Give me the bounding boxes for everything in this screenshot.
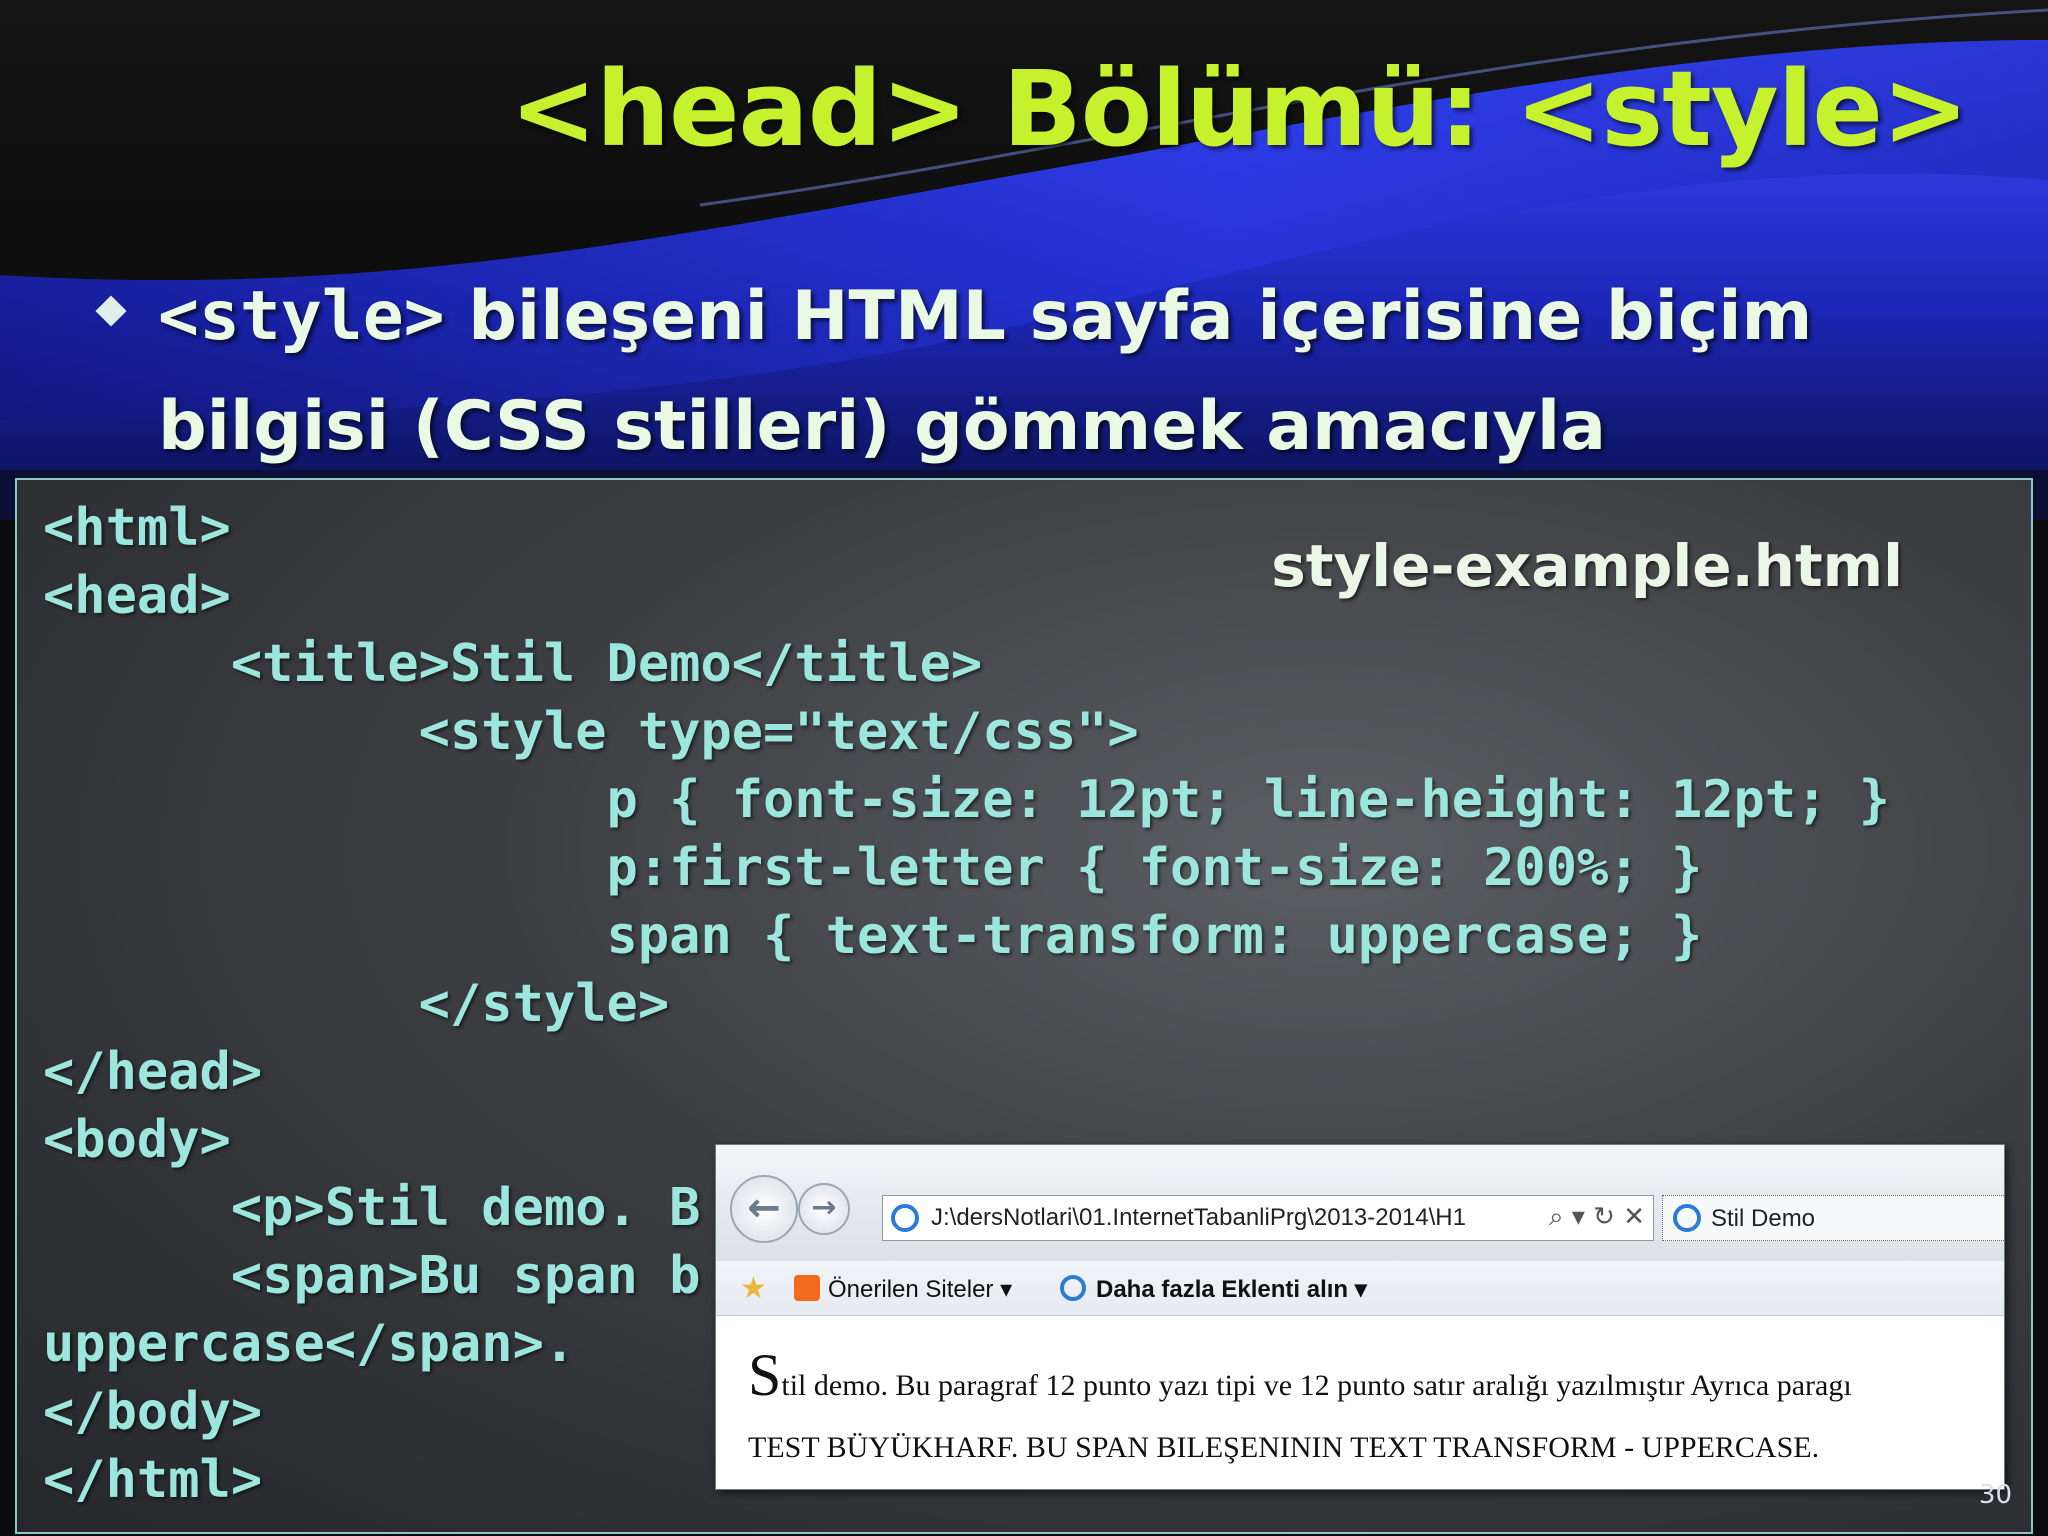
code-line: <title>Stil Demo</title> xyxy=(43,634,983,694)
browser-tab[interactable]: Stil Demo xyxy=(1662,1195,2004,1241)
code-line: uppercase</span>. xyxy=(43,1314,576,1374)
page-paragraph: Stil demo. Bu paragraf 12 punto yazı tip… xyxy=(748,1341,1852,1410)
ie-addons-icon xyxy=(1060,1275,1086,1301)
favorites-bar: ★ Önerilen Siteler ▾ Daha fazla Eklenti … xyxy=(716,1261,2004,1316)
address-text: J:\dersNotlari\01.InternetTabanliPrg\201… xyxy=(931,1204,1466,1231)
code-line: </style> xyxy=(43,974,670,1034)
code-line: <span>Bu span b xyxy=(43,1246,701,1306)
code-line: <head> xyxy=(43,566,231,626)
first-letter: S xyxy=(748,1342,782,1408)
slide-number: 30 xyxy=(1978,1480,2012,1510)
suggested-sites-link[interactable]: Önerilen Siteler ▾ xyxy=(828,1275,1012,1304)
code-line: </head> xyxy=(43,1042,263,1102)
code-line: <body> xyxy=(43,1110,231,1170)
slide-title: <head> Bölümü: <style> xyxy=(509,48,1969,170)
bullet-line-1: bileşeni HTML sayfa içerisine biçim xyxy=(444,277,1813,356)
page-span-text: TEST BÜYÜKHARF. BU SPAN BILEŞENININ TEXT… xyxy=(748,1431,1820,1464)
code-line: p { font-size: 12pt; line-height: 12pt; … xyxy=(43,770,1891,830)
code-line: <html> xyxy=(43,498,231,558)
code-line: <style type="text/css"> xyxy=(43,702,1139,762)
code-line: </html> xyxy=(43,1450,263,1510)
bullet-style-tag: <style> xyxy=(158,277,445,356)
favorites-star-icon[interactable]: ★ xyxy=(740,1271,767,1306)
code-line: <p>Stil demo. B xyxy=(43,1178,701,1238)
code-line: span { text-transform: uppercase; } xyxy=(43,906,1703,966)
tab-title: Stil Demo xyxy=(1711,1205,1816,1232)
arrow-left-icon: ← xyxy=(747,1185,781,1231)
browser-toolbar: ← → J:\dersNotlari\01.InternetTabanliPrg… xyxy=(716,1145,2004,1261)
more-addons-link[interactable]: Daha fazla Eklenti alın ▾ xyxy=(1096,1275,1367,1304)
ie-tab-icon xyxy=(1673,1204,1701,1232)
code-line: </body> xyxy=(43,1382,263,1442)
back-button[interactable]: ← xyxy=(730,1175,798,1243)
filename-label: style-example.html xyxy=(1271,532,1903,600)
paragraph-text: til demo. Bu paragraf 12 punto yazı tipi… xyxy=(781,1369,1852,1402)
suggested-sites-icon xyxy=(794,1275,820,1301)
arrow-right-icon: → xyxy=(811,1190,837,1225)
forward-button[interactable]: → xyxy=(798,1183,850,1235)
browser-screenshot: ← → J:\dersNotlari\01.InternetTabanliPrg… xyxy=(715,1144,2005,1490)
address-bar[interactable]: J:\dersNotlari\01.InternetTabanliPrg\201… xyxy=(882,1195,1654,1241)
ie-page-icon xyxy=(891,1204,919,1232)
address-tools-icons[interactable]: ⌕ ▾ ↻ ✕ xyxy=(1549,1202,1645,1233)
code-line: p:first-letter { font-size: 200%; } xyxy=(43,838,1703,898)
